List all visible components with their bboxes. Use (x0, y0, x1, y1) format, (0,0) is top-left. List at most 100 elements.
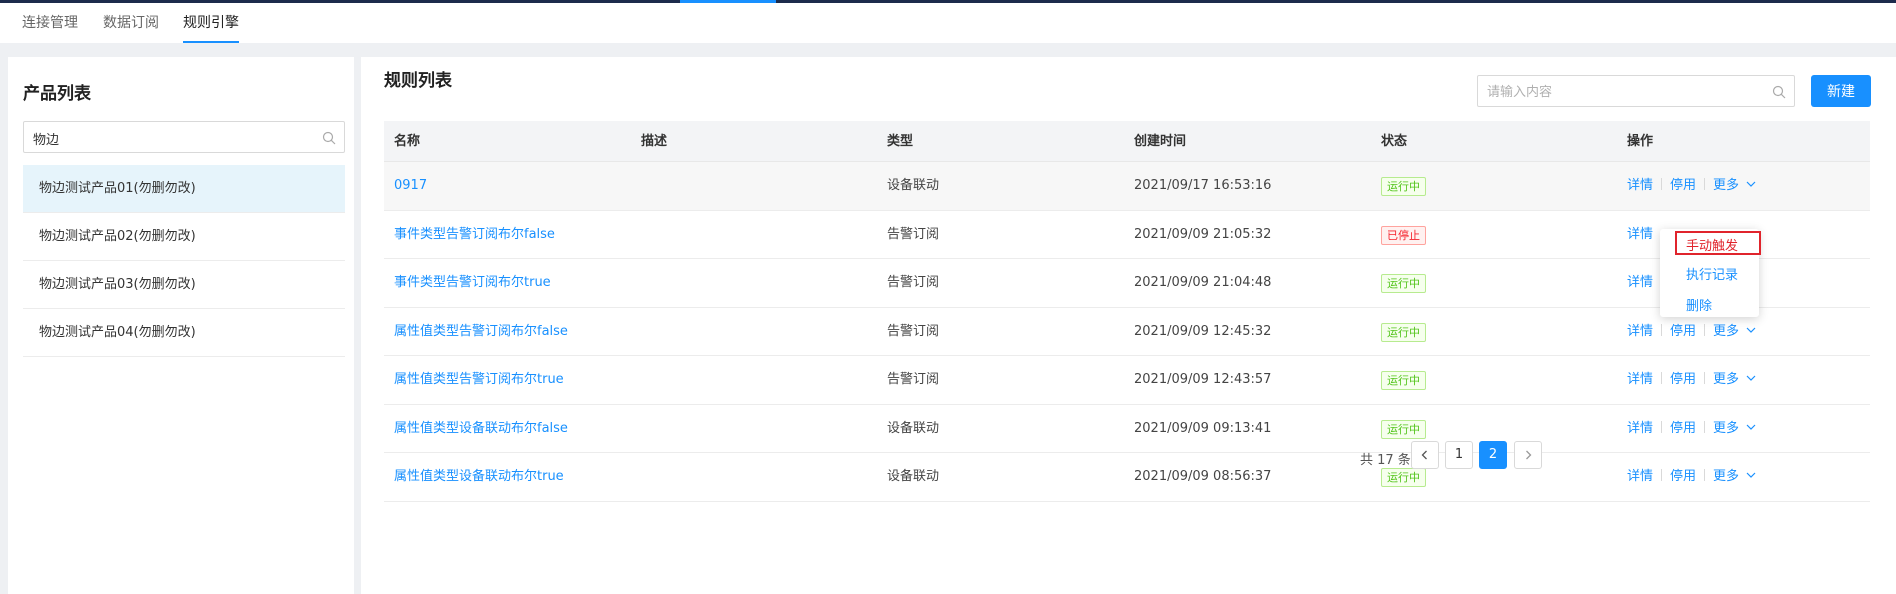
disable-link[interactable]: 停用 (1670, 469, 1696, 484)
product-search-input[interactable] (33, 128, 303, 148)
chevron-down-icon (1746, 181, 1756, 187)
product-list-title: 产品列表 (23, 84, 91, 104)
menu-item-manual-trigger[interactable]: 手动触发 (1675, 231, 1761, 255)
column-header-type: 类型 (887, 134, 914, 149)
table-row: 属性值类型告警订阅布尔true 告警订阅 2021/09/09 12:43:57 运行… (384, 356, 1870, 405)
more-dropdown-trigger[interactable]: 更多 (1713, 421, 1757, 436)
rule-created-time: 2021/09/09 12:45:32 (1134, 323, 1272, 339)
tab-data-subscription[interactable]: 数据订阅 (103, 13, 159, 43)
chevron-down-icon (1746, 424, 1756, 430)
rule-name-link[interactable]: 事件类型告警订阅布尔true (394, 259, 551, 307)
status-badge: 运行中 (1381, 177, 1426, 196)
column-header-created: 创建时间 (1134, 134, 1187, 149)
detail-link[interactable]: 详情 (1627, 421, 1653, 436)
detail-link[interactable]: 详情 (1627, 227, 1653, 242)
rule-created-time: 2021/09/17 16:53:16 (1134, 178, 1272, 193)
action-divider (1704, 178, 1706, 190)
pagination-page-2[interactable]: 2 (1479, 441, 1507, 469)
more-label: 更多 (1713, 372, 1740, 387)
row-actions: 详情 (1627, 211, 1653, 259)
table-row: 0917 设备联动 2021/09/17 16:53:16 运行中 详情 停用 更多 (384, 162, 1870, 211)
more-dropdown-trigger[interactable]: 更多 (1713, 324, 1757, 339)
product-item[interactable]: 物边测试产品01(勿删勿改) (23, 165, 345, 213)
more-dropdown-trigger[interactable]: 更多 (1713, 372, 1757, 387)
pagination-prev-button[interactable] (1411, 441, 1439, 469)
pagination-next-button[interactable] (1514, 441, 1542, 469)
rule-created-time: 2021/09/09 21:04:48 (1134, 275, 1272, 290)
product-item[interactable]: 物边测试产品04(勿删勿改) (23, 309, 345, 357)
table-row: 属性值类型设备联动布尔false 设备联动 2021/09/09 09:13:41 运… (384, 405, 1870, 453)
detail-link[interactable]: 详情 (1627, 324, 1653, 339)
rule-type: 告警订阅 (887, 372, 940, 387)
chevron-down-icon (1746, 327, 1756, 333)
column-header-actions: 操作 (1627, 134, 1654, 149)
status-badge: 已停止 (1381, 225, 1426, 245)
more-label: 更多 (1713, 469, 1740, 484)
more-label: 更多 (1713, 323, 1740, 339)
rule-list-title: 规则列表 (384, 71, 452, 91)
column-header-name: 名称 (394, 134, 421, 149)
action-divider (1661, 323, 1663, 336)
rule-search-input[interactable] (1487, 82, 1757, 102)
product-search-field[interactable] (23, 121, 345, 153)
more-label: 更多 (1713, 420, 1740, 436)
column-header-status: 状态 (1381, 134, 1408, 149)
disable-link[interactable]: 停用 (1670, 324, 1696, 339)
rule-type: 设备联动 (887, 469, 940, 484)
menu-item-delete[interactable]: 删除 (1660, 295, 1759, 314)
more-label: 更多 (1713, 178, 1740, 193)
rule-name-link[interactable]: 属性值类型设备联动布尔true (394, 453, 564, 501)
product-list-panel: 产品列表 物边测试产品01(勿删勿改) 物边测试产品02(勿删勿改) 物边测试产… (8, 57, 354, 594)
detail-link[interactable]: 详情 (1627, 469, 1653, 484)
rule-name-link[interactable]: 属性值类型告警订阅布尔true (394, 356, 564, 404)
tab-rule-engine[interactable]: 规则引擎 (183, 13, 239, 43)
status-badge: 运行中 (1381, 468, 1426, 487)
rule-created-time: 2021/09/09 21:05:32 (1134, 226, 1272, 242)
more-dropdown-menu: 手动触发 执行记录 删除 (1660, 229, 1761, 317)
disable-link[interactable]: 停用 (1670, 421, 1696, 436)
rule-name-link[interactable]: 0917 (394, 162, 427, 210)
chevron-left-icon (1421, 450, 1427, 460)
rule-search-field[interactable] (1477, 75, 1795, 107)
search-icon[interactable] (1772, 85, 1786, 99)
rule-name-link[interactable]: 属性值类型告警订阅布尔false (394, 308, 568, 356)
row-actions: 详情 停用 更多 (1627, 356, 1757, 404)
table-row: 事件类型告警订阅布尔false 告警订阅 2021/09/09 21:05:32 已停… (384, 211, 1870, 259)
status-badge: 运行中 (1381, 371, 1426, 390)
action-divider (1661, 420, 1663, 433)
more-dropdown-trigger[interactable]: 更多 (1713, 178, 1757, 193)
rule-created-time: 2021/09/09 12:43:57 (1134, 372, 1272, 387)
product-item[interactable]: 物边测试产品03(勿删勿改) (23, 261, 345, 309)
action-divider (1661, 178, 1663, 190)
detail-link[interactable]: 详情 (1627, 275, 1653, 290)
table-header: 名称 描述 类型 创建时间 状态 操作 (384, 121, 1870, 162)
rule-type: 设备联动 (887, 178, 940, 193)
product-item[interactable]: 物边测试产品02(勿删勿改) (23, 213, 345, 261)
product-list: 物边测试产品01(勿删勿改) 物边测试产品02(勿删勿改) 物边测试产品03(勿… (23, 165, 345, 357)
disable-link[interactable]: 停用 (1670, 372, 1696, 387)
chevron-down-icon (1746, 472, 1756, 478)
table-row: 事件类型告警订阅布尔true 告警订阅 2021/09/09 21:04:48 运行中… (384, 259, 1870, 308)
pagination-page-1[interactable]: 1 (1445, 441, 1473, 469)
detail-link[interactable]: 详情 (1627, 178, 1653, 193)
search-icon[interactable] (322, 131, 336, 145)
action-divider (1704, 372, 1706, 384)
action-divider (1704, 469, 1706, 481)
rule-created-time: 2021/09/09 08:56:37 (1134, 469, 1272, 484)
nav-tabs: 连接管理 数据订阅 规则引擎 (0, 3, 1896, 43)
row-actions: 详情 停用 更多 (1627, 162, 1757, 210)
rule-name-link[interactable]: 属性值类型设备联动布尔false (394, 405, 568, 453)
rule-created-time: 2021/09/09 09:13:41 (1134, 420, 1272, 436)
new-rule-button[interactable]: 新建 (1811, 75, 1871, 107)
disable-link[interactable]: 停用 (1670, 178, 1696, 193)
action-divider (1704, 420, 1706, 433)
rule-name-link[interactable]: 事件类型告警订阅布尔false (394, 211, 555, 259)
pagination-total: 共 17 条 (1360, 453, 1411, 468)
rule-type: 告警订阅 (887, 275, 940, 290)
menu-item-execution-log[interactable]: 执行记录 (1660, 264, 1759, 283)
table-row: 属性值类型告警订阅布尔false 告警订阅 2021/09/09 12:45:32 运… (384, 308, 1870, 356)
tab-connection-management[interactable]: 连接管理 (22, 13, 78, 43)
detail-link[interactable]: 详情 (1627, 372, 1653, 387)
more-dropdown-trigger[interactable]: 更多 (1713, 469, 1757, 484)
status-badge: 运行中 (1381, 274, 1426, 293)
